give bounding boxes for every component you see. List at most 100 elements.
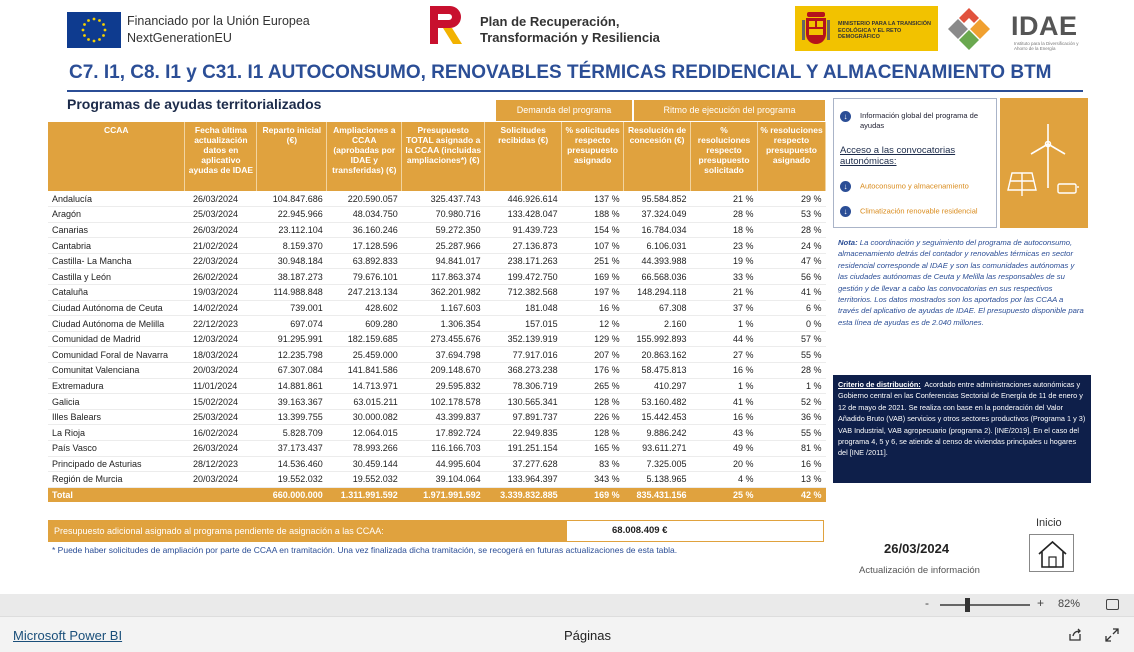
table-row[interactable]: Castilla y León 26/02/2024 38.187.273 79.67…: [48, 268, 826, 286]
table-row[interactable]: País Vasco 26/03/2024 37.173.437 78.993.266…: [48, 440, 826, 457]
column-header[interactable]: % solicitudes respecto presupuesto asign…: [561, 122, 625, 191]
table-row[interactable]: Aragón 25/03/2024 22.945.966 48.034.750 70.9…: [48, 206, 826, 223]
idae-logo-mark: [948, 8, 990, 50]
table-body: Andalucía 26/03/2024 104.847.686 220.590.05…: [48, 191, 826, 488]
table-cell: Comunidad Foral de Navarra: [48, 346, 185, 364]
table-cell: 12 %: [561, 315, 624, 332]
table-row[interactable]: Región de Murcia 20/03/2024 19.552.032 19.5…: [48, 471, 826, 488]
table-cell: 22.945.966: [256, 206, 327, 223]
prtr-line1: Plan de Recuperación,: [480, 14, 620, 29]
climatizacion-link[interactable]: ↓ Climatización renovable residencial: [840, 206, 978, 217]
total-cell: 3.339.832.885: [484, 487, 562, 503]
eu-line1: Financiado por la Unión Europea: [127, 14, 310, 28]
powerbi-link[interactable]: Microsoft Power BI: [13, 628, 122, 643]
table-cell: Castilla y León: [48, 268, 185, 286]
table-cell: 9.886.242: [623, 424, 691, 441]
table-cell: 20/03/2024: [184, 362, 257, 379]
table-cell: 4 %: [690, 471, 758, 488]
zoom-out-button[interactable]: -: [925, 596, 929, 610]
share-icon[interactable]: [1068, 628, 1082, 642]
table-cell: 33 %: [690, 268, 758, 286]
table-cell: 15/02/2024: [184, 393, 257, 410]
table-row[interactable]: Andalucía 26/03/2024 104.847.686 220.590.05…: [48, 191, 826, 208]
table-cell: 28 %: [690, 206, 758, 223]
table-cell: 1 %: [690, 378, 758, 395]
update-date: 26/03/2024: [884, 541, 950, 556]
table-cell: 265 %: [561, 378, 624, 395]
group-header-demanda: Demanda del programa: [496, 100, 632, 121]
table-row[interactable]: Castilla- La Mancha 22/03/2024 30.948.184 6…: [48, 253, 826, 270]
table-row[interactable]: Principado de Asturias 28/12/2023 14.536.4…: [48, 456, 826, 473]
table-cell: 20/03/2024: [184, 471, 257, 488]
column-header[interactable]: Reparto inicial (€): [256, 122, 328, 191]
zoom-slider[interactable]: [940, 604, 1030, 606]
table-cell: 94.841.017: [401, 253, 485, 270]
table-row[interactable]: Cantabria 21/02/2024 8.159.370 17.128.596 25…: [48, 237, 826, 254]
eu-line2: NextGenerationEU: [127, 31, 232, 45]
table-row[interactable]: Ciudad Autónoma de Ceuta 14/02/2024 739.00…: [48, 300, 826, 317]
table-cell: 41 %: [757, 284, 826, 301]
table-cell: 26/02/2024: [184, 268, 257, 286]
table-row[interactable]: Cataluña 19/03/2024 114.988.848 247.213.134…: [48, 284, 826, 301]
table-cell: 1 %: [690, 315, 758, 332]
table-cell: Cataluña: [48, 284, 185, 301]
table-row[interactable]: Ciudad Autónoma de Melilla 22/12/2023 697.…: [48, 315, 826, 332]
table-row[interactable]: Comunidad de Madrid 12/03/2024 91.295.991 1…: [48, 331, 826, 348]
table-cell: 128 %: [561, 393, 624, 410]
global-info-label: Información global del programa de ayuda…: [860, 111, 978, 130]
table-row[interactable]: Galicia 15/02/2024 39.163.367 63.015.211 102…: [48, 393, 826, 410]
table-cell: 15.442.453: [623, 409, 691, 426]
global-info-link[interactable]: ↓ Información global del programa de ayud…: [840, 111, 990, 131]
table-row[interactable]: Comunidad Foral de Navarra 18/03/2024 12.2…: [48, 346, 826, 364]
fit-to-page-icon[interactable]: [1106, 599, 1119, 610]
column-header[interactable]: % resoluciones respecto presupuesto soli…: [690, 122, 758, 191]
table-row[interactable]: Illes Balears 25/03/2024 13.399.755 30.000.…: [48, 409, 826, 426]
table-row[interactable]: La Rioja 16/02/2024 5.828.709 12.064.015 17.…: [48, 424, 826, 441]
table-cell: 21 %: [690, 191, 758, 208]
total-cell: 169 %: [561, 487, 624, 503]
column-header[interactable]: Solicitudes recibidas (€): [484, 122, 563, 191]
table-cell: Andalucía: [48, 191, 185, 208]
column-header[interactable]: Ampliaciones a CCAA (aprobadas por IDAE …: [326, 122, 403, 191]
table-cell: 41 %: [690, 393, 758, 410]
table-cell: 93.611.271: [623, 440, 691, 457]
table-cell: 238.171.263: [484, 253, 562, 270]
table-cell: 12.235.798: [256, 346, 327, 364]
home-button[interactable]: [1029, 534, 1074, 572]
table-cell: La Rioja: [48, 424, 185, 441]
table-cell: 155.992.893: [623, 331, 691, 348]
table-cell: 67.308: [623, 300, 691, 317]
table-cell: 247.213.134: [326, 284, 402, 301]
fullscreen-icon[interactable]: [1105, 628, 1119, 642]
table-cell: 18 %: [690, 222, 758, 239]
column-header[interactable]: Resolución de concesión (€): [623, 122, 692, 191]
table-row[interactable]: Extremadura 11/01/2024 14.881.861 14.713.97…: [48, 378, 826, 395]
column-header[interactable]: Presupuesto TOTAL asignado a la CCAA (in…: [401, 122, 486, 191]
table-cell: 27.136.873: [484, 237, 562, 254]
renewable-energy-illustration: [1000, 98, 1088, 228]
table-cell: 48.034.750: [326, 206, 402, 223]
table-cell: 26/03/2024: [184, 222, 257, 239]
table-cell: 5.828.709: [256, 424, 327, 441]
table-cell: 428.602: [326, 300, 402, 317]
table-cell: 609.280: [326, 315, 402, 332]
total-cell: [184, 487, 257, 503]
table-cell: País Vasco: [48, 440, 185, 457]
column-header[interactable]: % resoluciones respecto presupuesto asig…: [757, 122, 826, 191]
zoom-slider-thumb[interactable]: [965, 598, 970, 612]
autoconsumo-label: Autoconsumo y almacenamiento: [860, 181, 969, 191]
table-cell: 59.272.350: [401, 222, 485, 239]
pages-button[interactable]: Páginas: [564, 628, 611, 643]
table-cell: 25/03/2024: [184, 206, 257, 223]
column-header[interactable]: CCAA: [48, 122, 186, 191]
table-row[interactable]: Canarias 26/03/2024 23.112.104 36.160.246 59…: [48, 222, 826, 239]
group-header-ritmo: Ritmo de ejecución del programa: [634, 100, 825, 121]
table-cell: 37.173.437: [256, 440, 327, 457]
table-row[interactable]: Comunitat Valenciana 20/03/2024 67.307.084…: [48, 362, 826, 379]
table-cell: 36.160.246: [326, 222, 402, 239]
zoom-in-button[interactable]: +: [1037, 596, 1044, 610]
table-cell: 38.187.273: [256, 268, 327, 286]
column-header[interactable]: Fecha última actualización datos en apli…: [184, 122, 258, 191]
download-icon: ↓: [840, 181, 851, 192]
autoconsumo-link[interactable]: ↓ Autoconsumo y almacenamiento: [840, 181, 969, 192]
